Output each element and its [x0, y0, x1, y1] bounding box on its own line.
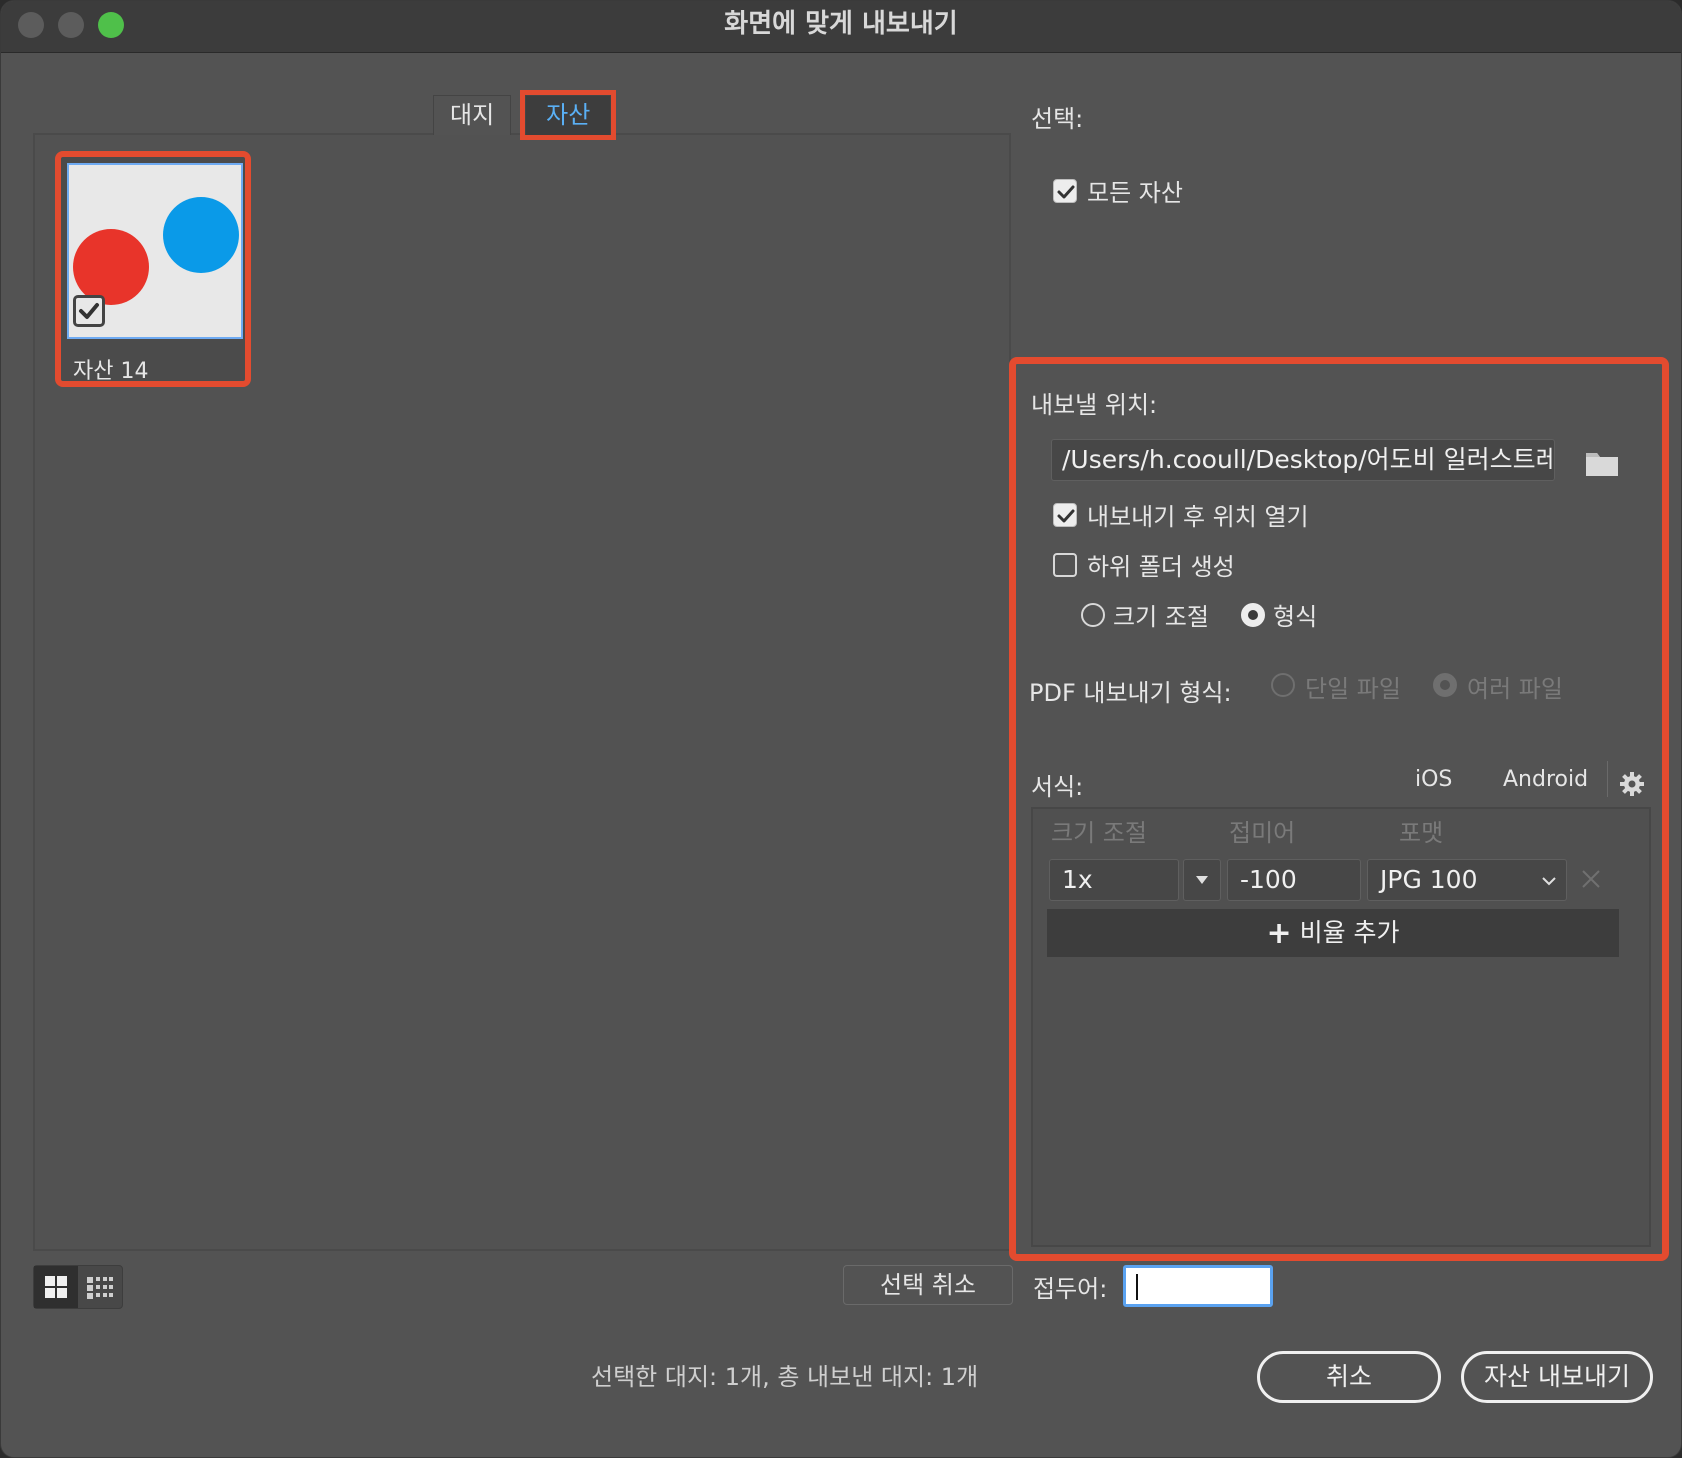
- red-circle: [73, 229, 149, 305]
- prefix-label: 접두어:: [1033, 1275, 1108, 1303]
- scale-dropdown-button[interactable]: [1183, 859, 1221, 901]
- prefix-input[interactable]: [1123, 1265, 1273, 1307]
- create-subfolders-label: 하위 폴더 생성: [1087, 553, 1235, 581]
- column-header-suffix: 접미어: [1229, 819, 1296, 847]
- suffix-field[interactable]: -100: [1227, 859, 1361, 901]
- open-after-export-label: 내보내기 후 위치 열기: [1087, 503, 1309, 531]
- preset-divider: [1607, 761, 1608, 797]
- add-scale-button[interactable]: + 비율 추가: [1047, 909, 1619, 957]
- format-select-value: JPG 100: [1380, 865, 1478, 894]
- all-assets-checkbox[interactable]: [1053, 179, 1077, 203]
- chevron-down-icon: [1542, 877, 1556, 886]
- column-header-format: 포맷: [1399, 819, 1444, 847]
- title-bar: 화면에 맞게 내보내기: [1, 1, 1681, 53]
- subfolder-by-scale-radio[interactable]: [1081, 603, 1105, 627]
- export-for-screens-window: 화면에 맞게 내보내기 대지 자산 자산 14 선택 취소 선택: 모든 자산 …: [0, 0, 1682, 1458]
- selection-label: 선택:: [1031, 105, 1084, 133]
- format-select[interactable]: JPG 100: [1367, 859, 1567, 901]
- grid-icon: [45, 1276, 67, 1298]
- status-text: 선택한 대지: 1개, 총 내보낸 대지: 1개: [591, 1363, 979, 1391]
- pdf-export-label: PDF 내보내기 형식:: [1029, 679, 1232, 707]
- tab-assets[interactable]: 자산: [520, 90, 617, 140]
- tab-bar: 대지 자산: [433, 90, 617, 140]
- create-subfolders-checkbox[interactable]: [1053, 553, 1077, 577]
- deselect-button[interactable]: 선택 취소: [843, 1265, 1013, 1305]
- folder-icon[interactable]: [1585, 449, 1619, 481]
- export-assets-button[interactable]: 자산 내보내기: [1461, 1351, 1653, 1403]
- ios-preset-button[interactable]: iOS: [1415, 767, 1452, 792]
- asset-card[interactable]: 자산 14: [55, 151, 251, 387]
- blue-circle: [163, 197, 239, 273]
- view-toggle: [33, 1265, 123, 1309]
- subfolder-by-scale-label: 크기 조절: [1113, 603, 1209, 631]
- checkmark-icon: [1057, 509, 1075, 523]
- column-header-scale: 크기 조절: [1051, 819, 1147, 847]
- list-icon: [87, 1277, 113, 1299]
- plus-icon: +: [1266, 916, 1292, 951]
- tab-artboards[interactable]: 대지: [433, 95, 512, 135]
- asset-checkbox[interactable]: [73, 295, 105, 327]
- remove-row-icon[interactable]: [1581, 869, 1601, 893]
- all-assets-label: 모든 자산: [1087, 179, 1183, 207]
- export-path-field[interactable]: /Users/h.cooull/Desktop/어도비 일러스트레이: [1051, 439, 1555, 481]
- window-title: 화면에 맞게 내보내기: [724, 9, 958, 39]
- checkmark-icon: [79, 303, 99, 319]
- export-to-label: 내보낼 위치:: [1031, 391, 1158, 419]
- asset-label: 자산 14: [73, 359, 149, 384]
- list-view-button[interactable]: [78, 1266, 122, 1308]
- cancel-button[interactable]: 취소: [1257, 1351, 1441, 1403]
- add-scale-label: 비율 추가: [1299, 918, 1400, 947]
- pdf-multiple-files-radio[interactable]: [1433, 673, 1457, 697]
- pdf-multiple-files-label: 여러 파일: [1467, 675, 1563, 703]
- android-preset-button[interactable]: Android: [1503, 767, 1588, 792]
- gear-icon[interactable]: [1619, 771, 1645, 801]
- checkmark-icon: [1057, 185, 1075, 199]
- subfolder-by-format-label: 형식: [1273, 603, 1318, 631]
- grid-view-button[interactable]: [34, 1266, 78, 1308]
- pdf-single-file-radio[interactable]: [1271, 673, 1295, 697]
- triangle-down-icon: [1196, 876, 1208, 884]
- open-after-export-checkbox[interactable]: [1053, 503, 1077, 527]
- subfolder-by-format-radio[interactable]: [1241, 603, 1265, 627]
- scale-field[interactable]: 1x: [1049, 859, 1179, 901]
- pdf-single-file-label: 단일 파일: [1305, 675, 1401, 703]
- formats-label: 서식:: [1031, 773, 1084, 801]
